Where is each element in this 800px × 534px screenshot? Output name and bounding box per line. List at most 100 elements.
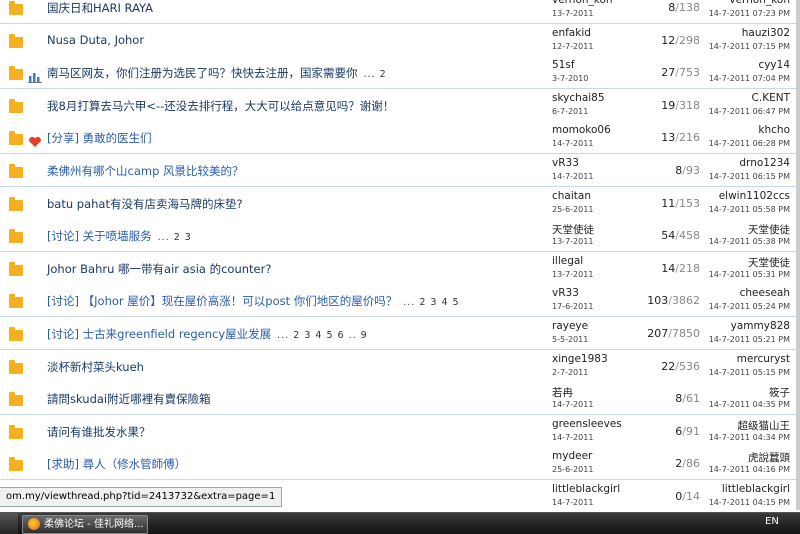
last-poster[interactable]: hauzi302 — [670, 27, 790, 39]
folder-icon — [9, 66, 23, 80]
last-poster[interactable]: mercuryst — [670, 353, 790, 365]
last-poster[interactable]: cyy14 — [670, 59, 790, 71]
thread-author[interactable]: vernon_koh — [552, 0, 613, 6]
thread-author[interactable]: momoko06 — [552, 124, 611, 136]
last-poster[interactable]: 虎說蠶頭 — [670, 450, 790, 465]
thread-row[interactable]: 柔佛州有哪个山camp 风景比较美的？ vR33 14-7-2011 8/93 drno… — [0, 154, 796, 187]
thread-row[interactable]: 南马区网友，你们注册为选民了吗？快快去注册，国家需要你 ... 2 51sf 3-7-… — [0, 56, 796, 89]
thread-title-link[interactable]: 淡杯新村菜头kueh — [47, 360, 144, 374]
thread-page-links[interactable]: ... 2 3 — [158, 232, 192, 243]
last-post-time[interactable]: 14-7-2011 04:15 PM — [670, 498, 790, 507]
thread-date: 5-5-2011 — [552, 335, 589, 344]
thread-author[interactable]: 天堂使徒 — [552, 222, 594, 237]
thread-author[interactable]: vR33 — [552, 157, 579, 169]
last-post-time[interactable]: 14-7-2011 05:21 PM — [670, 335, 790, 344]
folder-icon — [9, 392, 23, 406]
last-poster[interactable]: 超级猫山王 — [670, 418, 791, 433]
thread-title-link[interactable]: 勇敢的医生们 — [83, 131, 152, 145]
start-button[interactable] — [0, 513, 18, 534]
thread-row[interactable]: 请问有谁批发水果？ greensleeves 14-7-2011 6/91 超级猫山王 1… — [0, 415, 796, 448]
thread-title-link[interactable]: 柔佛州有哪个山camp 风景比较美的？ — [47, 164, 244, 178]
thread-row[interactable]: 国庆日和HARI RAYA vernon_koh 13-7-2011 8/138 ver… — [0, 0, 796, 24]
thread-title-link[interactable]: batu pahat有没有店卖海马牌的床垫? — [47, 197, 243, 211]
thread-title-link[interactable]: 请问有谁批发水果？ — [47, 425, 151, 439]
thread-row[interactable]: Johor Bahru 哪一带有air asia 的counter? illega… — [0, 252, 796, 285]
thread-row[interactable]: [求助] 尋人（修水管師傅） mydeer 25-6-2011 2/86 虎說蠶頭 14-… — [0, 447, 796, 480]
last-post-time[interactable]: 14-7-2011 05:58 PM — [670, 205, 790, 214]
thread-page-links[interactable]: ... 2 3 4 5 6 .. 9 — [277, 330, 368, 341]
thread-author[interactable]: illegal — [552, 255, 583, 267]
thread-row[interactable]: [讨论] 【Johor 屋价】现在屋价高涨！可以post 你们地区的屋价吗？..… — [0, 284, 796, 317]
thread-row[interactable]: [分享] 勇敢的医生们 momoko06 14-7-2011 13/216 khcho 1… — [0, 121, 796, 154]
last-post-time[interactable]: 14-7-2011 05:38 PM — [670, 237, 790, 246]
thread-date: 13-7-2011 — [552, 9, 594, 18]
thread-row[interactable]: 我8月打算去马六甲<--还没去排行程，大大可以给点意见吗？谢谢！ skychai8… — [0, 89, 796, 122]
thread-row[interactable]: [讨论] 关于喷墙服务... 2 3 天堂使徒 13-7-2011 54/458 天堂使… — [0, 219, 796, 252]
thread-author[interactable]: vR33 — [552, 287, 579, 299]
last-post-time[interactable]: 14-7-2011 05:31 PM — [670, 270, 790, 279]
thread-tag[interactable]: [讨论] — [47, 294, 83, 308]
last-post-time[interactable]: 14-7-2011 04:34 PM — [670, 433, 790, 442]
thread-author[interactable]: mydeer — [552, 450, 592, 462]
last-poster[interactable]: khcho — [670, 124, 790, 136]
thread-page-links[interactable]: ... 2 3 4 5 — [403, 297, 459, 308]
thread-author[interactable]: enfakid — [552, 27, 591, 39]
last-post-time[interactable]: 14-7-2011 06:15 PM — [670, 172, 790, 181]
last-poster[interactable]: drno1234 — [670, 157, 790, 169]
thread-author[interactable]: chaitan — [552, 190, 591, 202]
last-poster[interactable]: cheeseah — [670, 287, 790, 299]
taskbar-window-button[interactable]: 柔佛论坛 - 佳礼网络... — [22, 515, 148, 534]
thread-tag[interactable]: [求助] — [47, 457, 83, 471]
thread-row[interactable]: 請問skudai附近哪裡有賣保險箱 若冉 14-7-2011 8/61 筱子 14-7-2… — [0, 382, 796, 415]
thread-tag[interactable]: [讨论] — [47, 229, 83, 243]
last-poster[interactable]: elwin1102ccs — [670, 190, 790, 202]
last-post-time[interactable]: 14-7-2011 06:47 PM — [670, 107, 790, 116]
last-post-time[interactable]: 14-7-2011 07:23 PM — [670, 9, 790, 18]
thread-author[interactable]: xinge1983 — [552, 353, 608, 365]
thread-title-link[interactable]: 南马区网友，你们注册为选民了吗？快快去注册，国家需要你 — [47, 66, 358, 80]
thread-author[interactable]: skychai85 — [552, 92, 605, 104]
last-post-time[interactable]: 14-7-2011 04:35 PM — [670, 400, 790, 409]
thread-title-cell: [讨论] 关于喷墙服务 ... 2 3 — [47, 228, 192, 244]
thread-page-links[interactable]: ... 2 — [364, 69, 387, 80]
last-post-time[interactable]: 14-7-2011 05:15 PM — [670, 368, 790, 377]
last-post-time[interactable]: 14-7-2011 07:04 PM — [670, 74, 790, 83]
thread-title-link[interactable]: 尋人（修水管師傅） — [83, 457, 187, 471]
thread-author[interactable]: 51sf — [552, 59, 575, 71]
thread-title-link[interactable]: 士古来greenfield regency屋业发展 — [83, 327, 272, 341]
language-indicator[interactable]: EN — [765, 516, 779, 527]
scrollbar[interactable] — [796, 0, 800, 510]
last-poster[interactable]: vernon_koh — [670, 0, 790, 6]
thread-row[interactable]: 淡杯新村菜头kueh xinge1983 2-7-2011 22/536 mercury… — [0, 350, 796, 383]
folder-icon — [9, 99, 23, 113]
folder-icon — [9, 131, 23, 145]
thread-author[interactable]: rayeye — [552, 320, 588, 332]
thread-row[interactable]: batu pahat有没有店卖海马牌的床垫? chaitan 25-6-2011 11… — [0, 187, 796, 220]
thread-row[interactable]: [讨论] 士古来greenfield regency屋业发展 ... 2 3 4 … — [0, 317, 796, 350]
thread-tag[interactable]: [分享] — [47, 131, 83, 145]
thread-title-link[interactable]: Nusa Duta, Johor — [47, 33, 144, 47]
thread-row[interactable]: Nusa Duta, Johor enfakid 12-7-2011 12/298 ha… — [0, 24, 796, 57]
last-post-time[interactable]: 14-7-2011 07:15 PM — [670, 42, 790, 51]
last-poster[interactable]: 天堂使徒 — [670, 222, 790, 237]
last-poster[interactable]: 天堂使徒 — [670, 255, 790, 270]
last-post-time[interactable]: 14-7-2011 05:24 PM — [670, 302, 790, 311]
thread-title-link[interactable]: 国庆日和HARI RAYA — [47, 1, 153, 15]
thread-title-link[interactable]: 請問skudai附近哪裡有賣保險箱 — [47, 392, 211, 406]
thread-author[interactable]: 若冉 — [552, 385, 573, 400]
last-poster[interactable]: littleblackgirl — [670, 483, 790, 495]
thread-list: 国庆日和HARI RAYA vernon_koh 13-7-2011 8/138 ver… — [0, 0, 796, 510]
last-poster[interactable]: yammy828 — [670, 320, 790, 332]
thread-tag[interactable]: [讨论] — [47, 327, 83, 341]
thread-title-link[interactable]: 关于喷墙服务 — [83, 229, 152, 243]
thread-title-link[interactable]: Johor Bahru 哪一带有air asia 的counter? — [47, 262, 271, 276]
last-post-time[interactable]: 14-7-2011 06:28 PM — [670, 139, 790, 148]
thread-title-link[interactable]: 我8月打算去马六甲<--还没去排行程，大大可以给点意见吗？谢谢！ — [47, 99, 394, 113]
last-poster[interactable]: 筱子 — [670, 385, 790, 400]
thread-title-link[interactable]: 【Johor 屋价】现在屋价高涨！可以post 你们地区的屋价吗？ — [83, 294, 398, 308]
thread-title-cell: Nusa Duta, Johor — [47, 33, 144, 47]
thread-title-cell: Johor Bahru 哪一带有air asia 的counter? — [47, 261, 271, 277]
last-poster[interactable]: C.KENT — [670, 92, 790, 104]
thread-date: 6-7-2011 — [552, 107, 589, 116]
last-post-time[interactable]: 14-7-2011 04:16 PM — [670, 465, 790, 474]
